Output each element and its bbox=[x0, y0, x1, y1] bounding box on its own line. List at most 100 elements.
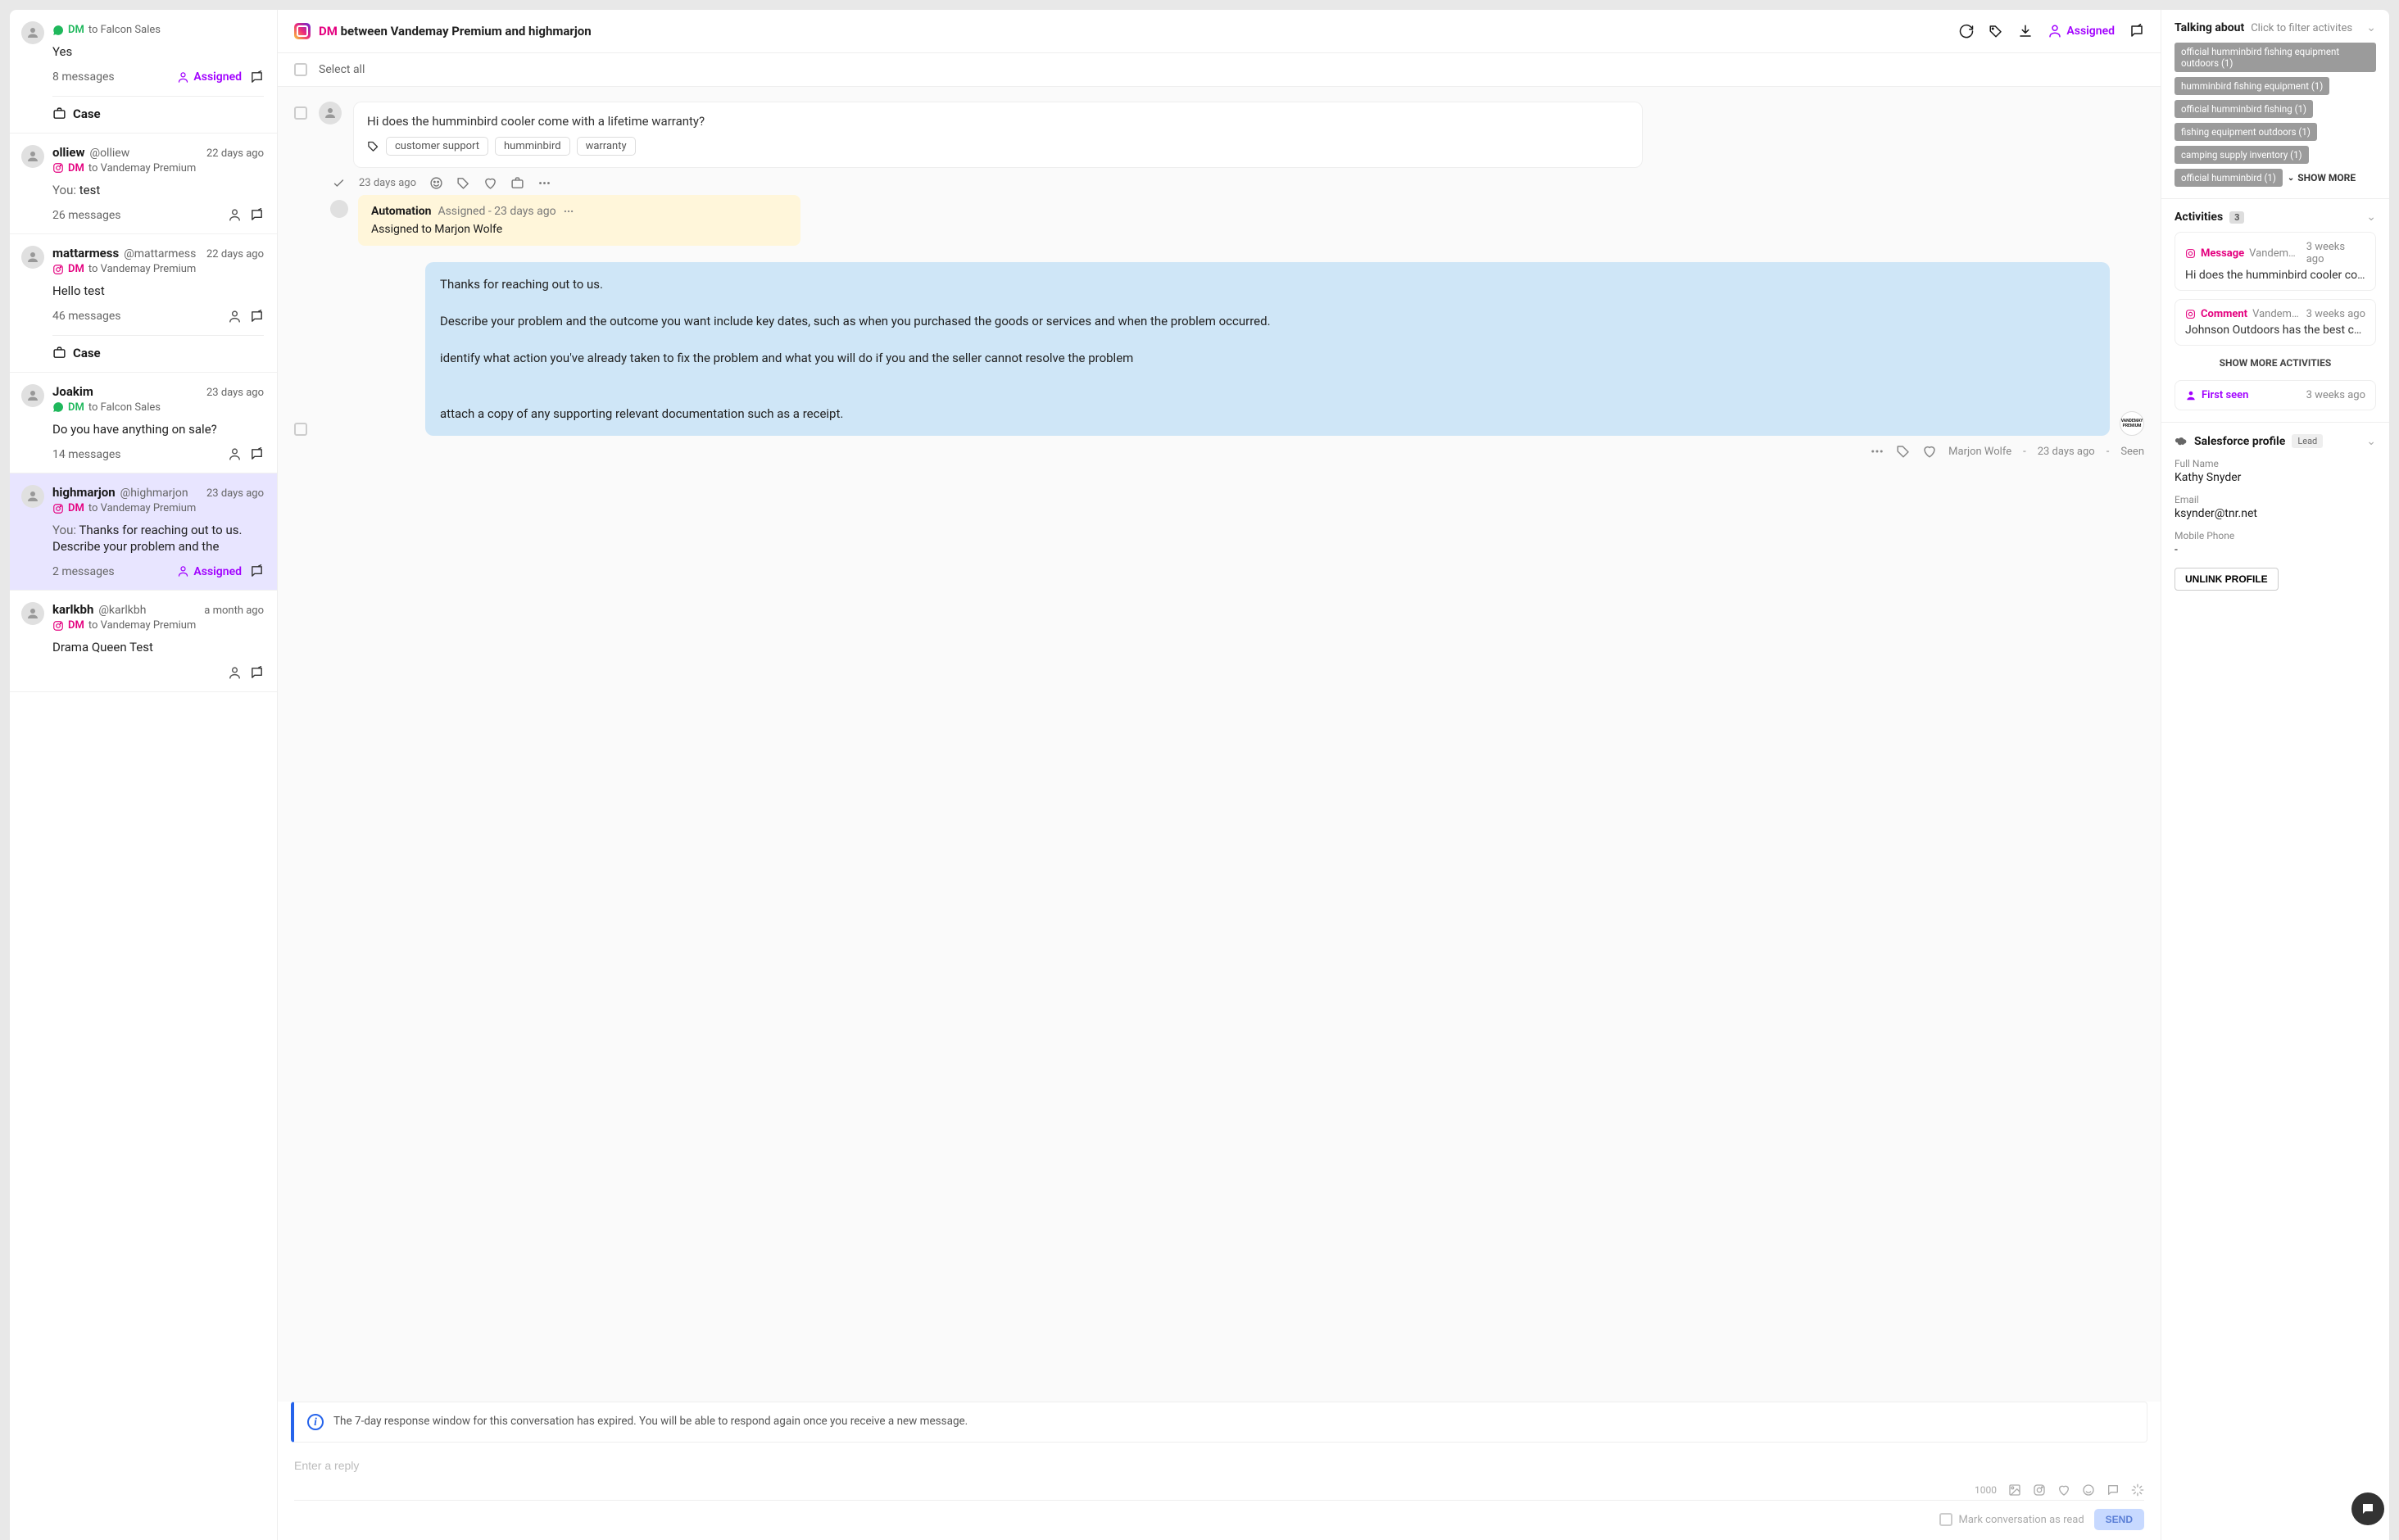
conversation-preview: You: Thanks for reaching out to us. Desc… bbox=[52, 523, 264, 555]
chevron-down-icon[interactable]: ⌄ bbox=[2366, 435, 2376, 448]
reply-input[interactable] bbox=[294, 1451, 2144, 1480]
select-all-row: Select all bbox=[278, 53, 2161, 87]
chevron-down-icon[interactable]: ⌄ bbox=[2366, 211, 2376, 224]
topic-tag[interactable]: camping supply inventory (1) bbox=[2175, 146, 2309, 164]
reply-icon[interactable] bbox=[250, 447, 264, 461]
conversation-item[interactable]: DM to Falcon SalesYes8 messagesAssignedC… bbox=[10, 10, 277, 134]
brand-avatar: VANDEMAY PREMIUM bbox=[2120, 411, 2144, 436]
topic-tag[interactable]: humminbird fishing equipment (1) bbox=[2175, 77, 2329, 95]
reply-icon[interactable] bbox=[250, 310, 264, 324]
person-icon[interactable] bbox=[228, 310, 242, 324]
tag-icon[interactable] bbox=[456, 176, 470, 190]
message-tag[interactable]: customer support bbox=[386, 137, 488, 156]
emoji-icon[interactable] bbox=[2082, 1483, 2095, 1497]
avatar bbox=[21, 246, 44, 269]
conversation-item[interactable]: karlkbh@karlkbha month agoDM to Vandemay… bbox=[10, 591, 277, 692]
person-icon[interactable] bbox=[228, 666, 242, 680]
activity-card[interactable]: MessageVandema…3 weeks agoHi does the hu… bbox=[2175, 232, 2376, 291]
message-count: 14 messages bbox=[52, 448, 121, 461]
conversation-item[interactable]: Joakim23 days agoDM to Falcon SalesDo yo… bbox=[10, 373, 277, 474]
message-checkbox[interactable] bbox=[294, 106, 307, 120]
send-button[interactable]: SEND bbox=[2094, 1509, 2144, 1530]
contact-name: olliew bbox=[52, 145, 85, 160]
avatar bbox=[21, 21, 44, 44]
topic-tag[interactable]: official humminbird (1) bbox=[2175, 169, 2283, 187]
heart-icon[interactable] bbox=[2057, 1483, 2070, 1497]
image-icon[interactable] bbox=[2008, 1483, 2021, 1497]
conversation-preview: Yes bbox=[52, 44, 264, 61]
chevron-down-icon[interactable]: ⌄ bbox=[2366, 21, 2376, 34]
outgoing-message: Thanks for reaching out to us. Describe … bbox=[425, 262, 2110, 436]
case-row[interactable]: Case bbox=[52, 335, 264, 360]
chat-icon[interactable] bbox=[2106, 1483, 2120, 1497]
avatar bbox=[21, 485, 44, 508]
conversation-time: 22 days ago bbox=[206, 147, 264, 160]
talking-about-title: Talking about bbox=[2175, 21, 2244, 34]
person-icon[interactable] bbox=[228, 447, 242, 461]
first-seen-badge: First seen bbox=[2185, 389, 2248, 401]
assigned-status[interactable]: Assigned bbox=[2048, 24, 2115, 38]
download-icon[interactable] bbox=[2018, 24, 2033, 38]
reply-icon[interactable] bbox=[2129, 24, 2144, 38]
message-tag[interactable]: warranty bbox=[577, 137, 636, 156]
reply-icon[interactable] bbox=[250, 564, 264, 578]
message-tag[interactable]: humminbird bbox=[495, 137, 570, 156]
more-icon[interactable] bbox=[563, 206, 574, 217]
reply-icon[interactable] bbox=[250, 208, 264, 222]
channel-label: DM bbox=[68, 502, 84, 514]
avatar bbox=[21, 145, 44, 168]
activities-title: Activities bbox=[2175, 211, 2223, 224]
conversation-preview: You: test bbox=[52, 183, 264, 199]
conversation-item[interactable]: mattarmess@mattarmess22 days agoDM to Va… bbox=[10, 234, 277, 373]
topic-tag[interactable]: official humminbird fishing (1) bbox=[2175, 100, 2313, 118]
more-icon[interactable] bbox=[1870, 444, 1884, 459]
activity-card[interactable]: CommentVandem…3 weeks agoJohnson Outdoor… bbox=[2175, 299, 2376, 346]
conversation-item[interactable]: olliew@olliew22 days agoDM to Vandemay P… bbox=[10, 134, 277, 235]
reply-composer: 1000 Mark conversation as read SEND bbox=[278, 1443, 2161, 1540]
reply-icon[interactable] bbox=[250, 70, 264, 84]
instagram-icon bbox=[52, 620, 64, 632]
channel-label: DM bbox=[68, 263, 84, 275]
channel-label: DM bbox=[68, 401, 84, 414]
channel-to: to Falcon Sales bbox=[88, 401, 161, 414]
info-icon: i bbox=[307, 1414, 324, 1430]
reply-icon[interactable] bbox=[250, 666, 264, 680]
char-count: 1000 bbox=[1975, 1484, 1997, 1496]
instagram-icon bbox=[294, 23, 311, 39]
contact-name: mattarmess bbox=[52, 246, 119, 260]
instagram-icon[interactable] bbox=[2033, 1483, 2046, 1497]
mark-read-toggle[interactable]: Mark conversation as read bbox=[1939, 1513, 2084, 1526]
message-count: 8 messages bbox=[52, 70, 115, 84]
assigned-badge: Assigned bbox=[177, 70, 242, 84]
message-toolbar: 23 days ago bbox=[332, 176, 2144, 190]
case-row[interactable]: Case bbox=[52, 96, 264, 121]
show-more-activities[interactable]: SHOW MORE ACTIVITIES bbox=[2175, 346, 2376, 372]
heart-icon[interactable] bbox=[1922, 444, 1937, 459]
check-icon[interactable] bbox=[332, 176, 346, 190]
topic-tag[interactable]: fishing equipment outdoors (1) bbox=[2175, 123, 2317, 141]
refresh-icon[interactable] bbox=[1959, 24, 1974, 38]
person-icon[interactable] bbox=[228, 208, 242, 222]
avatar bbox=[21, 602, 44, 625]
contact-handle: @highmarjon bbox=[120, 487, 188, 500]
tag-icon[interactable] bbox=[1989, 24, 2003, 38]
tag-icon[interactable] bbox=[1896, 444, 1911, 459]
conversation-item[interactable]: highmarjon@highmarjon23 days agoDM to Va… bbox=[10, 473, 277, 591]
avatar bbox=[21, 384, 44, 407]
message-count: 46 messages bbox=[52, 310, 121, 323]
topic-tag[interactable]: official humminbird fishing equipment ou… bbox=[2175, 43, 2376, 72]
heart-icon[interactable] bbox=[483, 176, 497, 190]
emoji-icon[interactable] bbox=[429, 176, 443, 190]
unlink-profile-button[interactable]: UNLINK PROFILE bbox=[2175, 568, 2279, 591]
help-chat-button[interactable] bbox=[2351, 1492, 2384, 1525]
briefcase-icon[interactable] bbox=[510, 176, 524, 190]
contact-handle: @karlkbh bbox=[98, 604, 146, 617]
show-more-topics[interactable]: ⌄ SHOW MORE bbox=[2288, 169, 2356, 187]
salesforce-field: Full NameKathy Snyder bbox=[2175, 458, 2376, 484]
select-all-checkbox[interactable] bbox=[294, 63, 307, 76]
more-icon[interactable] bbox=[537, 176, 551, 190]
tag-icon bbox=[367, 140, 379, 152]
message-checkbox[interactable] bbox=[294, 423, 307, 436]
select-all-label: Select all bbox=[319, 63, 365, 76]
magic-icon[interactable] bbox=[2131, 1483, 2144, 1497]
